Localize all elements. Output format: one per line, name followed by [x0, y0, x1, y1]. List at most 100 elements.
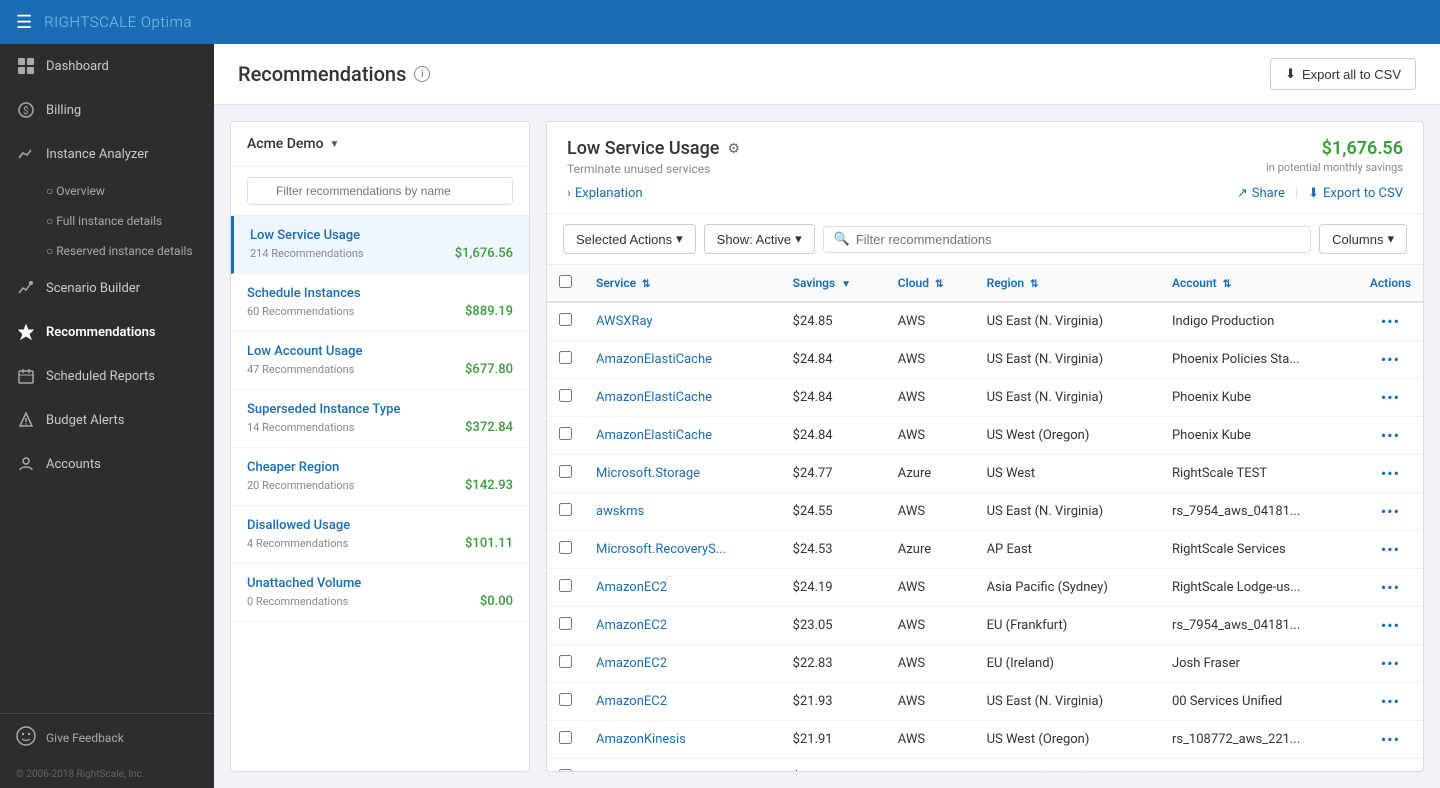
row-actions-dots[interactable]: ••• [1381, 502, 1400, 521]
row-checkbox-1[interactable] [559, 351, 572, 364]
row-checkbox-10[interactable] [559, 693, 572, 706]
row-actions[interactable]: ••• [1358, 531, 1423, 569]
row-checkbox-7[interactable] [559, 579, 572, 592]
account-selector[interactable]: Acme Demo ▼ [231, 122, 529, 167]
recommendation-item-0[interactable]: Low Service Usage 214 Recommendations $1… [231, 216, 529, 274]
row-checkbox-8[interactable] [559, 617, 572, 630]
recommendation-item-1[interactable]: Schedule Instances 60 Recommendations $8… [231, 274, 529, 332]
gear-icon[interactable]: ⚙ [727, 141, 740, 157]
menu-icon[interactable]: ☰ [16, 12, 32, 33]
row-checkbox-2[interactable] [559, 389, 572, 402]
info-icon[interactable]: i [414, 66, 430, 82]
row-actions[interactable]: ••• [1358, 379, 1423, 417]
sidebar-item-reserved-instance-details[interactable]: ○ Reserved instance details [0, 236, 214, 266]
row-region: Asia Pacific (Sydney) [975, 569, 1160, 607]
row-actions-dots[interactable]: ••• [1381, 312, 1400, 331]
row-checkbox-12[interactable] [559, 769, 572, 771]
page-title: Recommendations i [238, 62, 430, 86]
col-service[interactable]: Service ⇅ [584, 265, 781, 302]
table-filter-input[interactable] [856, 232, 1300, 247]
share-button[interactable]: ↗ Share [1237, 186, 1285, 201]
recommendation-item-4[interactable]: Cheaper Region 20 Recommendations $142.9… [231, 448, 529, 506]
row-actions[interactable]: ••• [1358, 455, 1423, 493]
columns-button[interactable]: Columns ▾ [1319, 224, 1407, 254]
row-service[interactable]: AmazonEC2 [584, 607, 781, 645]
row-service[interactable]: AmazonElastiCache [584, 341, 781, 379]
row-actions[interactable]: ••• [1358, 569, 1423, 607]
select-all-checkbox[interactable] [559, 275, 572, 288]
col-cloud[interactable]: Cloud ⇅ [886, 265, 975, 302]
row-checkbox-4[interactable] [559, 465, 572, 478]
sidebar-item-dashboard-label: Dashboard [46, 59, 109, 74]
row-service[interactable]: AmazonKinesis [584, 759, 781, 772]
recommendation-item-3[interactable]: Superseded Instance Type 14 Recommendati… [231, 390, 529, 448]
row-actions[interactable]: ••• [1358, 645, 1423, 683]
row-actions[interactable]: ••• [1358, 721, 1423, 759]
row-account: Indigo Production [1160, 302, 1358, 341]
row-service[interactable]: awskms [584, 493, 781, 531]
recommendation-item-6[interactable]: Unattached Volume 0 Recommendations $0.0… [231, 564, 529, 622]
row-checkbox-6[interactable] [559, 541, 572, 554]
row-actions[interactable]: ••• [1358, 759, 1423, 772]
sidebar-item-scheduled-reports[interactable]: Scheduled Reports [0, 354, 214, 398]
row-actions[interactable]: ••• [1358, 683, 1423, 721]
row-actions-dots[interactable]: ••• [1381, 464, 1400, 483]
row-actions-dots[interactable]: ••• [1381, 426, 1400, 445]
row-actions-dots[interactable]: ••• [1381, 578, 1400, 597]
sidebar-item-dashboard[interactable]: Dashboard [0, 44, 214, 88]
row-checkbox-11[interactable] [559, 731, 572, 744]
row-actions-dots[interactable]: ••• [1381, 730, 1400, 749]
row-checkbox-9[interactable] [559, 655, 572, 668]
export-all-button[interactable]: ⬇ Export all to CSV [1270, 58, 1416, 90]
row-actions-dots[interactable]: ••• [1381, 540, 1400, 559]
dashboard-icon [16, 56, 36, 76]
detail-header: Low Service Usage ⚙ Terminate unused ser… [547, 122, 1423, 214]
row-actions-dots[interactable]: ••• [1381, 768, 1400, 771]
row-service[interactable]: Microsoft.Storage [584, 455, 781, 493]
row-actions-dots[interactable]: ••• [1381, 654, 1400, 673]
row-actions[interactable]: ••• [1358, 302, 1423, 341]
row-service[interactable]: AWSXRay [584, 302, 781, 341]
sidebar-item-recommendations[interactable]: Recommendations [0, 310, 214, 354]
row-actions[interactable]: ••• [1358, 493, 1423, 531]
row-actions[interactable]: ••• [1358, 417, 1423, 455]
recommendation-item-2[interactable]: Low Account Usage 47 Recommendations $67… [231, 332, 529, 390]
row-actions[interactable]: ••• [1358, 341, 1423, 379]
row-actions-dots[interactable]: ••• [1381, 616, 1400, 635]
show-active-button[interactable]: Show: Active ▾ [704, 224, 815, 254]
sidebar-item-overview[interactable]: ○ Overview [0, 176, 214, 206]
sidebar-item-instance-analyzer[interactable]: Instance Analyzer [0, 132, 214, 176]
recommendation-item-5[interactable]: Disallowed Usage 4 Recommendations $101.… [231, 506, 529, 564]
table-filter-search[interactable]: 🔍 [823, 226, 1312, 253]
selected-actions-button[interactable]: Selected Actions ▾ [563, 224, 696, 254]
row-service[interactable]: AmazonElastiCache [584, 417, 781, 455]
row-service[interactable]: Microsoft.RecoveryS... [584, 531, 781, 569]
col-savings[interactable]: Savings ▼ [781, 265, 886, 302]
row-service[interactable]: AmazonEC2 [584, 645, 781, 683]
row-checkbox-5[interactable] [559, 503, 572, 516]
export-csv-button[interactable]: ⬇ Export to CSV [1308, 186, 1403, 201]
row-service[interactable]: AmazonEC2 [584, 683, 781, 721]
row-service[interactable]: AmazonElastiCache [584, 379, 781, 417]
sidebar-item-billing[interactable]: $ Billing [0, 88, 214, 132]
row-actions-dots[interactable]: ••• [1381, 350, 1400, 369]
row-actions[interactable]: ••• [1358, 607, 1423, 645]
row-checkbox-0[interactable] [559, 313, 572, 326]
row-savings: $21.93 [781, 683, 886, 721]
col-region[interactable]: Region ⇅ [975, 265, 1160, 302]
row-service[interactable]: AmazonKinesis [584, 721, 781, 759]
give-feedback-button[interactable]: Give Feedback [0, 713, 214, 761]
sidebar-item-accounts[interactable]: Accounts [0, 442, 214, 486]
sidebar-item-budget-alerts[interactable]: Budget Alerts [0, 398, 214, 442]
row-checkbox-cell [547, 607, 584, 645]
row-region: US East (N. Virginia) [975, 302, 1160, 341]
row-checkbox-3[interactable] [559, 427, 572, 440]
sidebar-item-scenario-builder[interactable]: Scenario Builder [0, 266, 214, 310]
filter-input[interactable] [247, 177, 513, 205]
row-service[interactable]: AmazonEC2 [584, 569, 781, 607]
explanation-link[interactable]: › Explanation [567, 186, 643, 201]
col-account[interactable]: Account ⇅ [1160, 265, 1358, 302]
sidebar-item-full-instance-details[interactable]: ○ Full instance details [0, 206, 214, 236]
row-actions-dots[interactable]: ••• [1381, 692, 1400, 711]
row-actions-dots[interactable]: ••• [1381, 388, 1400, 407]
